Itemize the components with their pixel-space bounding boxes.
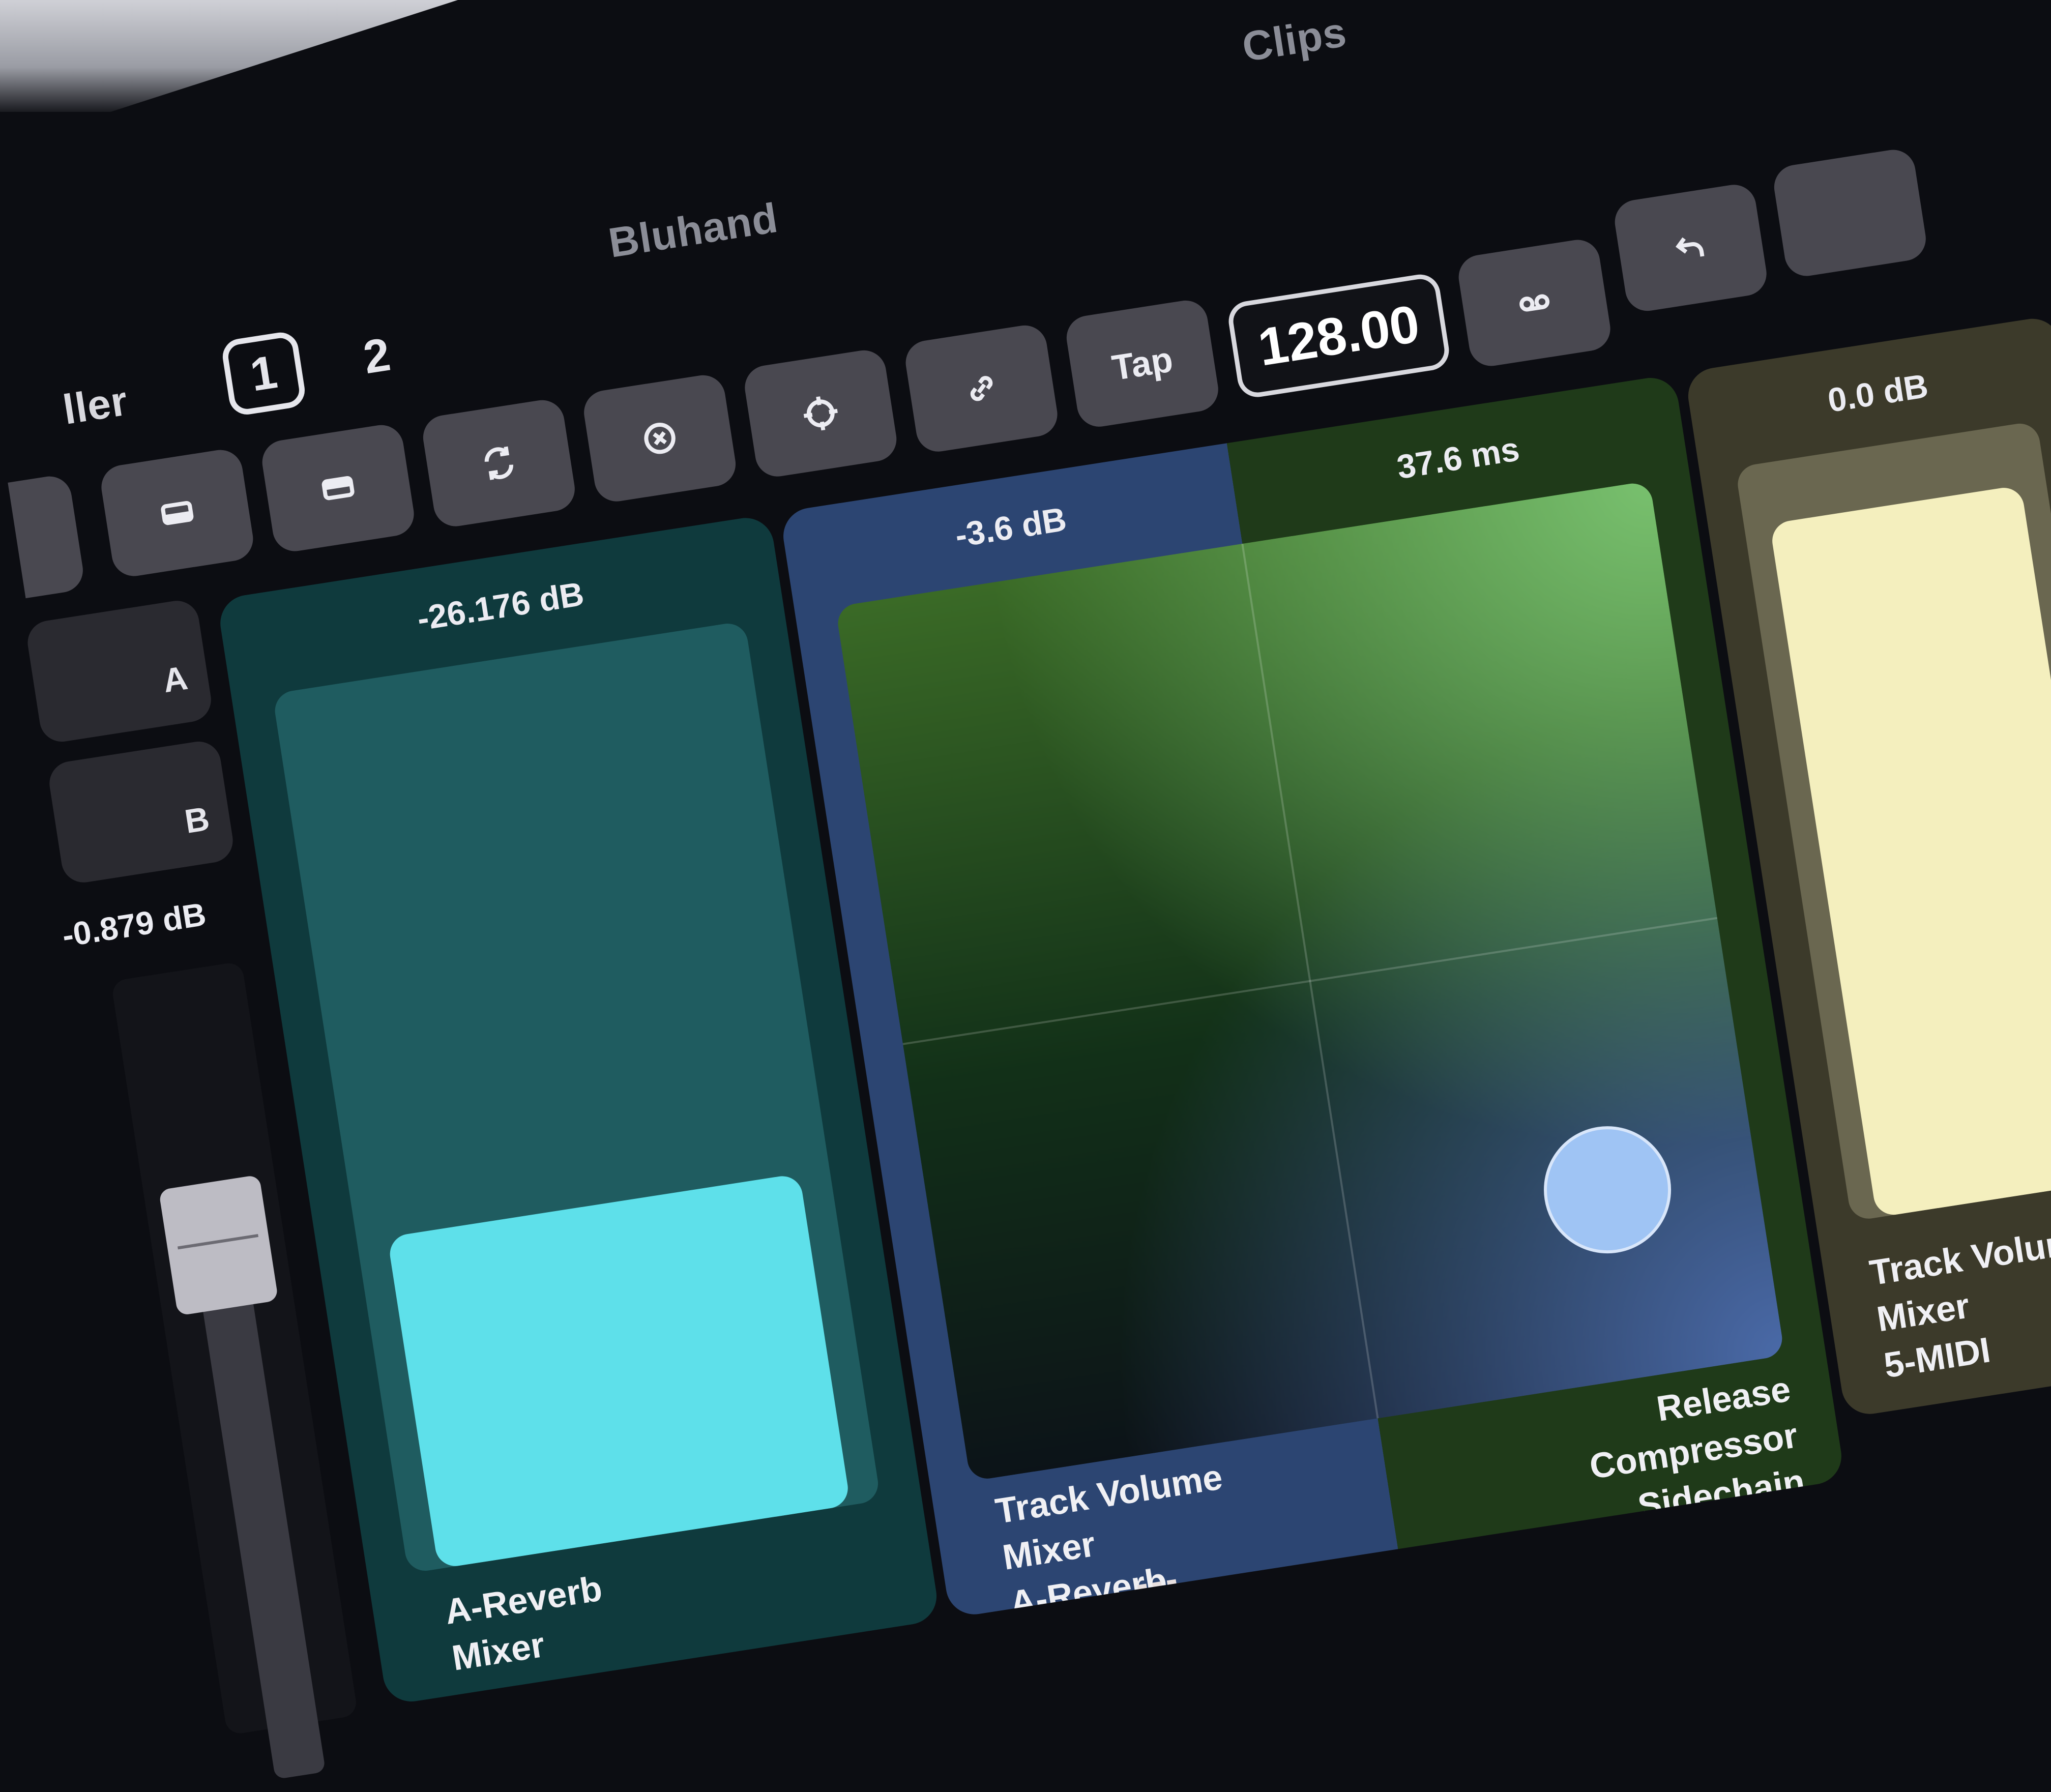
crossfader-b-button[interactable]: B — [46, 738, 236, 886]
empty-slot-label-bottom: --- — [1132, 1558, 1183, 1604]
toolbar-button-edge[interactable] — [8, 473, 86, 599]
crossfader-a-button[interactable]: A — [24, 598, 215, 745]
close-circle-icon — [644, 423, 676, 454]
controller-surface: Clips Bluhand ller 1 2 Tap 128.00 A B -0… — [0, 0, 2051, 1780]
partial-title: ller — [60, 377, 131, 433]
redo-button[interactable] — [1771, 146, 1929, 279]
crossfader-fill — [197, 1269, 326, 1780]
clips-title: Clips — [1239, 9, 1350, 71]
xy-puck[interactable] — [1535, 1117, 1680, 1262]
project-title: Bluhand — [605, 194, 781, 267]
handle-grip — [177, 1233, 259, 1250]
undo-icon — [1676, 237, 1705, 257]
link-icon — [970, 376, 993, 401]
undo-button[interactable] — [1612, 182, 1770, 314]
page-1-button[interactable]: 1 — [220, 330, 308, 417]
xy-grid-horizontal — [902, 917, 1718, 1045]
cancel-button[interactable] — [580, 372, 739, 505]
fader-level-fill — [387, 1173, 851, 1569]
page-2-button[interactable]: 2 — [333, 312, 420, 399]
target-button[interactable] — [742, 347, 900, 480]
crossfader-value: -0.879 dB — [60, 895, 209, 954]
crossfader-handle[interactable] — [158, 1174, 279, 1316]
loop-button[interactable] — [1455, 237, 1614, 369]
xy-panel: -3.6 dB 37.6 ms Track Volume Mixer A-Rev… — [779, 374, 1845, 1619]
refresh-icon — [484, 446, 513, 480]
refresh-button[interactable] — [420, 397, 578, 530]
fader-mode-button[interactable] — [259, 422, 417, 554]
tap-tempo-button[interactable]: Tap — [1063, 297, 1221, 430]
square-icon — [161, 501, 194, 525]
pad-mode-button[interactable] — [98, 447, 256, 579]
loop-icon — [1519, 294, 1550, 312]
link-button[interactable] — [902, 322, 1061, 455]
fader-track[interactable] — [272, 621, 881, 1574]
fader-midi-fill — [1769, 485, 2051, 1218]
target-icon — [803, 396, 838, 431]
square-icon — [321, 476, 355, 501]
tempo-display[interactable]: 128.00 — [1225, 272, 1452, 400]
xy-pad[interactable] — [835, 481, 1785, 1482]
